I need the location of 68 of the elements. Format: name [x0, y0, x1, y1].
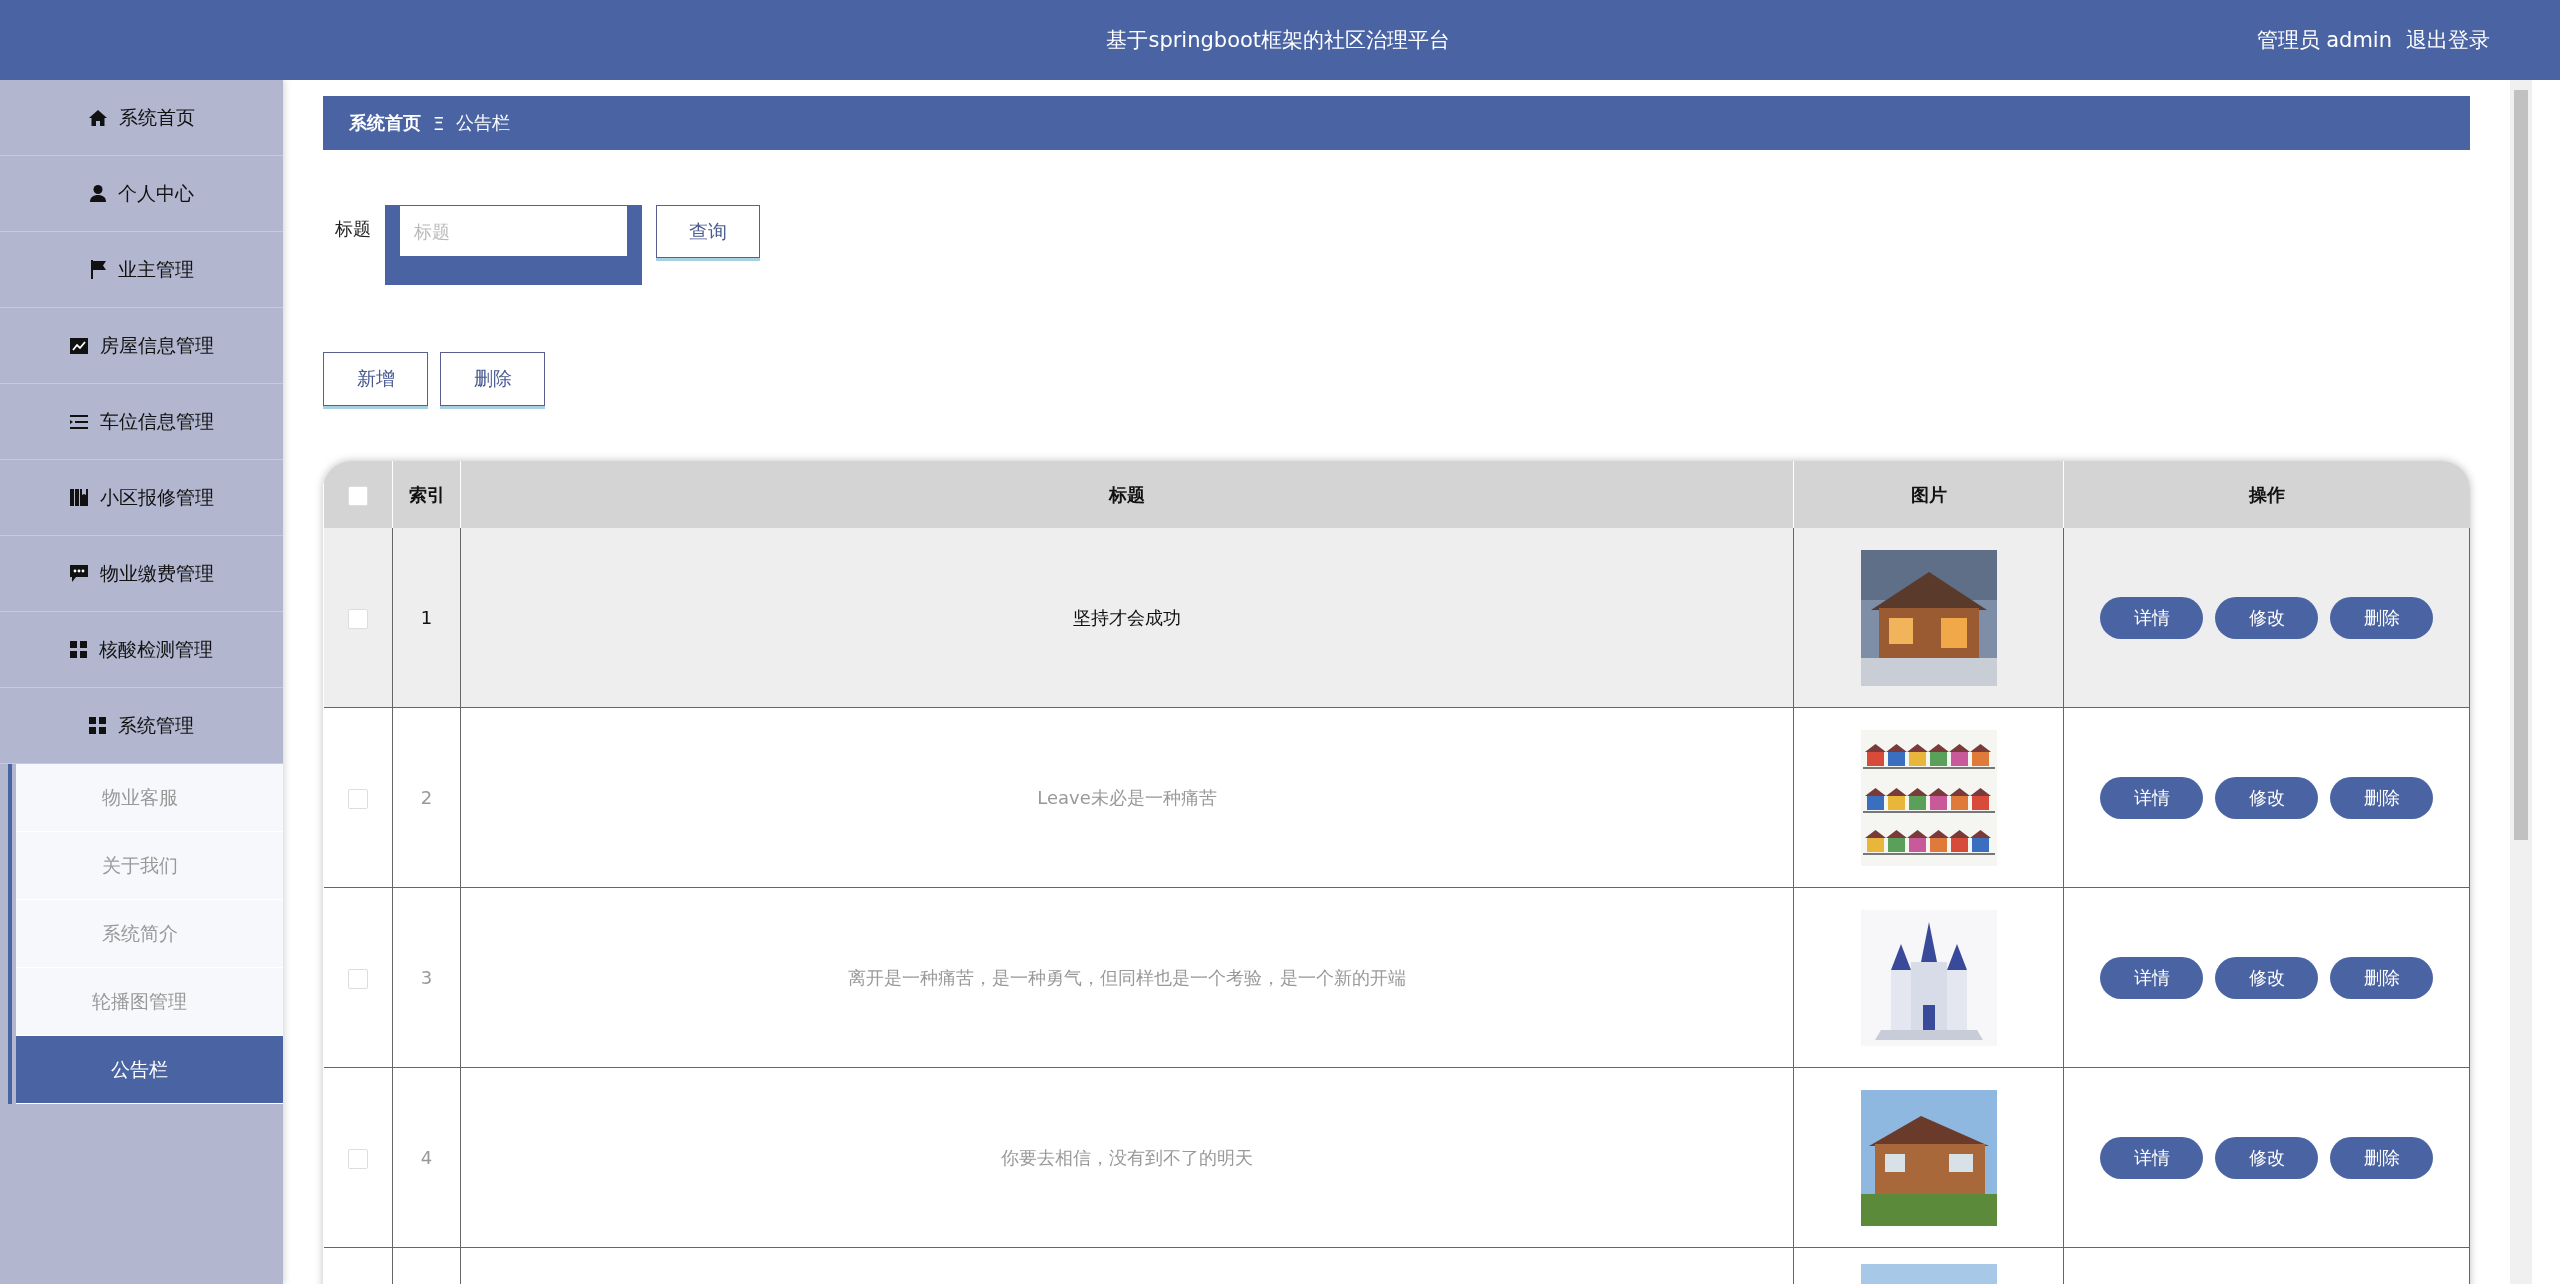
table-cell: 坚持才会成功	[460, 528, 1794, 708]
column-header: 索引	[392, 461, 461, 528]
scrollbar-thumb[interactable]	[2514, 90, 2528, 840]
logout-link[interactable]: 退出登录	[2406, 26, 2490, 54]
flag-icon	[89, 260, 106, 279]
add-button[interactable]: 新增	[323, 352, 428, 406]
details-button[interactable]: 详情	[2100, 596, 2203, 639]
delete-button[interactable]: 删除	[2330, 1136, 2433, 1179]
edit-button[interactable]: 修改	[2215, 1136, 2318, 1179]
details-button[interactable]: 详情	[2100, 776, 2203, 819]
column-header: 图片	[1793, 461, 2064, 528]
table-cell: 1	[392, 528, 461, 708]
table-cell: Leave未必是一种痛苦	[460, 707, 1794, 888]
breadcrumb-home[interactable]: 系统首页	[349, 111, 421, 135]
column-header: 标题	[460, 461, 1794, 528]
row-checkbox[interactable]	[347, 1148, 368, 1169]
row-checkbox[interactable]	[347, 968, 368, 989]
delete-button[interactable]: 删除	[440, 352, 545, 406]
delete-button[interactable]: 删除	[2330, 596, 2433, 639]
row-checkbox[interactable]	[347, 608, 368, 629]
list-icon	[69, 414, 88, 429]
search-label: 标题	[334, 217, 372, 241]
grid-icon	[89, 717, 106, 734]
books-icon	[69, 489, 88, 506]
select-all-checkbox[interactable]	[348, 485, 368, 506]
search-field[interactable]: 标题	[385, 205, 642, 285]
sidebar-item-label: 系统管理	[118, 712, 194, 738]
column-header: 操作	[2063, 461, 2470, 528]
sidebar-item[interactable]: 房屋信息管理	[0, 308, 283, 384]
breadcrumb-current: 公告栏	[456, 111, 511, 135]
table-cell: 2	[392, 707, 461, 888]
sidebar-item-label: 房屋信息管理	[99, 332, 214, 358]
sidebar-item[interactable]: 系统首页	[0, 80, 283, 156]
edit-button[interactable]: 修改	[2215, 596, 2318, 639]
details-button[interactable]: 详情	[2100, 956, 2203, 999]
user-label: 管理员 admin	[2256, 27, 2392, 54]
sidebar-item[interactable]: 小区报修管理	[0, 460, 283, 536]
search-button[interactable]: 查询	[656, 205, 760, 258]
row-checkbox[interactable]	[347, 788, 368, 809]
edit-button[interactable]: 修改	[2215, 956, 2318, 999]
sidebar-item[interactable]: 业主管理	[0, 232, 283, 308]
grid-icon	[70, 641, 87, 658]
sidebar-item[interactable]: 核酸检测管理	[0, 612, 283, 688]
sidebar-item[interactable]: 物业缴费管理	[0, 536, 283, 612]
table-cell: 离开是一种痛苦，是一种勇气，但同样也是一个考验，是一个新的开端	[460, 887, 1794, 1068]
table-cell: 4	[392, 1067, 461, 1248]
user-icon	[89, 185, 106, 202]
edit-button[interactable]: 修改	[2215, 776, 2318, 819]
details-button[interactable]: 详情	[2100, 1136, 2203, 1179]
sidebar-item[interactable]: 个人中心	[0, 156, 283, 232]
sidebar-item[interactable]: 车位信息管理	[0, 384, 283, 460]
table-cell: 你要去相信，没有到不了的明天	[460, 1067, 1794, 1248]
breadcrumb-separator: Ξ	[433, 112, 445, 134]
sidebar-item-label: 车位信息管理	[99, 408, 214, 434]
app-title: 基于springboot框架的社区治理平台	[1105, 27, 1452, 54]
sidebar-item-label: 物业缴费管理	[99, 560, 214, 586]
submenu-item[interactable]: 公告栏	[16, 1036, 283, 1104]
chart-icon	[69, 337, 88, 354]
delete-button[interactable]: 删除	[2330, 776, 2433, 819]
sidebar-item-label: 系统首页	[118, 104, 195, 130]
sidebar-item-label: 个人中心	[117, 180, 194, 206]
chat-icon	[69, 565, 88, 582]
delete-button[interactable]: 删除	[2330, 956, 2433, 999]
home-icon	[88, 109, 107, 126]
sidebar-item-label: 业主管理	[117, 256, 194, 282]
sidebar-item-label: 小区报修管理	[99, 484, 214, 510]
table-cell: 3	[392, 887, 461, 1068]
sidebar-item-label: 核酸检测管理	[99, 636, 213, 662]
